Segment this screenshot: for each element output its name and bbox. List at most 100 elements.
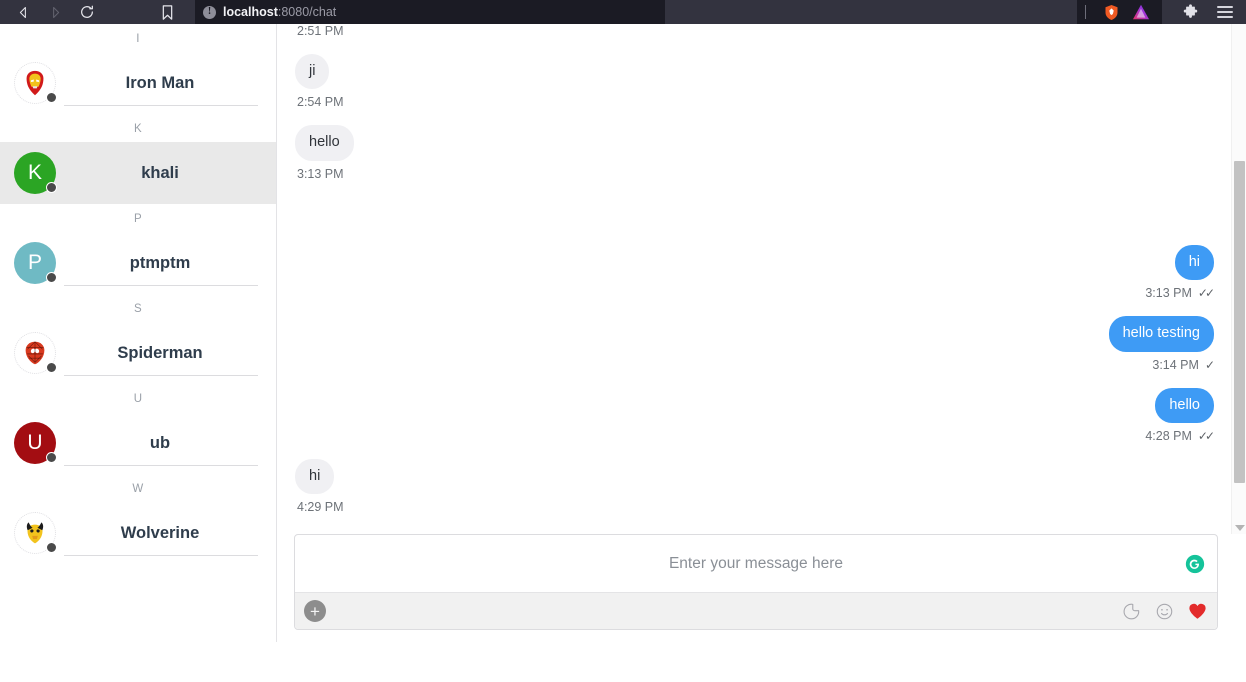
browser-extension-group <box>1162 3 1246 21</box>
scroll-down-arrow-icon[interactable] <box>1235 525 1245 531</box>
message-item: hello 4:28 PM ✓✓ <box>295 387 1215 443</box>
contact-name-wrap: Wolverine <box>62 502 258 564</box>
message-item: hello testing 3:14 PM ✓ <box>295 316 1215 372</box>
browser-nav-buttons <box>0 3 96 21</box>
avatar <box>14 512 57 554</box>
avatar: U <box>14 422 57 464</box>
message-bubble: hello <box>295 125 354 161</box>
status-dot <box>46 182 57 193</box>
avatar: P <box>14 242 57 284</box>
contact-group-u: U U ub <box>0 384 276 474</box>
avatar: K <box>14 152 57 194</box>
sidebar-item-iron-man[interactable]: Iron Man <box>0 52 276 114</box>
brave-shields-icon[interactable] <box>1102 3 1120 21</box>
hamburger-menu-icon[interactable] <box>1217 6 1233 18</box>
message-meta: 3:13 PM <box>295 167 344 181</box>
message-bubble: hi <box>1174 244 1214 281</box>
message-gap <box>295 197 1214 245</box>
contact-group-p: P P ptmptm <box>0 204 276 294</box>
group-letter: P <box>134 213 142 225</box>
message-meta: 2:51 PM <box>295 24 344 38</box>
contact-name-wrap: Spiderman <box>62 322 258 384</box>
brave-rewards-triangle-icon[interactable] <box>1132 3 1150 21</box>
sidebar-item-wolverine[interactable]: Wolverine <box>0 502 276 564</box>
message-time: 2:51 PM <box>297 24 344 38</box>
read-receipt-icon: ✓ <box>1204 357 1215 372</box>
composer-toolbar-right <box>1122 602 1207 621</box>
message-bubble: ji <box>295 54 330 90</box>
url-host: localhost <box>223 5 278 19</box>
contact-group-w: W Wolverine <box>0 474 276 564</box>
contact-name: ub <box>149 433 171 452</box>
browser-chrome-right <box>1077 0 1246 24</box>
message-time: 4:28 PM <box>1145 428 1192 443</box>
avatar-initial-letter: U <box>27 431 43 454</box>
message-bubble: hi <box>295 458 335 495</box>
message-item: hi 3:13 PM ✓✓ <box>295 244 1215 301</box>
contact-name-wrap: khali <box>62 142 258 204</box>
contact-name: Iron Man <box>125 73 195 92</box>
message-item: 2:51 PM <box>295 24 1214 38</box>
message-input[interactable] <box>295 535 1217 592</box>
message-time: 3:13 PM <box>297 166 344 181</box>
footer-gap <box>0 642 1246 682</box>
message-composer: + <box>294 534 1218 630</box>
sidebar-item-khali[interactable]: K khali <box>0 142 276 204</box>
emoji-smiley-icon[interactable] <box>1155 602 1174 621</box>
sticker-icon[interactable] <box>1122 602 1141 621</box>
url-path: :8080/chat <box>277 5 337 19</box>
forward-arrow-icon[interactable] <box>46 3 64 21</box>
composer-toolbar: + <box>295 592 1217 629</box>
reload-icon[interactable] <box>78 3 96 21</box>
read-receipt-icon: ✓✓ <box>1197 428 1215 443</box>
url-bar[interactable]: ! localhost:8080/chat <box>195 0 665 24</box>
message-time: 3:14 PM <box>1152 357 1199 372</box>
chat-scrollbar[interactable] <box>1231 24 1246 534</box>
sidebar-item-ub[interactable]: U ub <box>0 412 276 474</box>
browser-toolbar: ! localhost:8080/chat <box>0 0 1246 24</box>
contact-group-k: K K khali <box>0 114 276 204</box>
grammarly-icon[interactable] <box>1185 554 1205 574</box>
site-info-icon[interactable]: ! <box>203 5 216 19</box>
contact-name: ptmptm <box>129 253 191 272</box>
group-letter: U <box>133 393 143 405</box>
read-receipt-icon: ✓✓ <box>1197 286 1215 301</box>
message-meta: 4:29 PM <box>295 500 344 514</box>
message-time: 2:54 PM <box>297 95 344 110</box>
group-letter: W <box>132 483 144 495</box>
message-item: hi 4:29 PM <box>295 458 1214 514</box>
heart-icon[interactable] <box>1188 602 1207 621</box>
bookmark-icon[interactable] <box>158 3 176 21</box>
url-text: localhost:8080/chat <box>223 5 336 19</box>
puzzle-piece-icon[interactable] <box>1182 3 1199 21</box>
contact-group-i: I Iron Man <box>0 24 276 114</box>
sidebar-item-ptmptm[interactable]: P ptmptm <box>0 232 276 294</box>
status-dot <box>46 542 57 553</box>
message-meta: 3:13 PM ✓✓ <box>1145 286 1215 301</box>
chat-app: I Iron Man K K khali P P ptmptm S Spider… <box>0 24 1246 642</box>
chat-panel: 2:51 PM ji 2:54 PM hello 3:13 PM hi 3:13… <box>277 24 1246 642</box>
message-list: 2:51 PM ji 2:54 PM hello 3:13 PM hi 3:13… <box>277 24 1246 534</box>
group-letter: I <box>136 33 140 45</box>
plus-attach-icon[interactable]: + <box>304 600 326 622</box>
contact-name-wrap: Iron Man <box>62 52 258 114</box>
status-dot <box>46 272 57 283</box>
contact-name-wrap: ptmptm <box>62 232 258 294</box>
brave-icons-group <box>1077 0 1162 24</box>
message-item: ji 2:54 PM <box>295 54 1214 109</box>
contacts-sidebar: I Iron Man K K khali P P ptmptm S Spider… <box>0 24 277 642</box>
avatar-initial-letter: K <box>27 161 42 184</box>
avatar-initial-letter: P <box>27 251 42 274</box>
chrome-divider <box>1085 5 1086 19</box>
message-bubble: hello testing <box>1108 316 1214 352</box>
message-bubble: hello <box>1155 387 1214 423</box>
composer-input-row <box>295 535 1217 592</box>
back-arrow-icon[interactable] <box>14 3 32 21</box>
status-dot <box>46 452 57 463</box>
message-meta: 2:54 PM <box>295 95 344 109</box>
message-time: 4:29 PM <box>297 500 344 515</box>
sidebar-item-spiderman[interactable]: Spiderman <box>0 322 276 384</box>
contact-name: Spiderman <box>117 343 203 362</box>
group-letter: S <box>134 303 142 315</box>
chat-scrollbar-thumb[interactable] <box>1234 161 1245 483</box>
